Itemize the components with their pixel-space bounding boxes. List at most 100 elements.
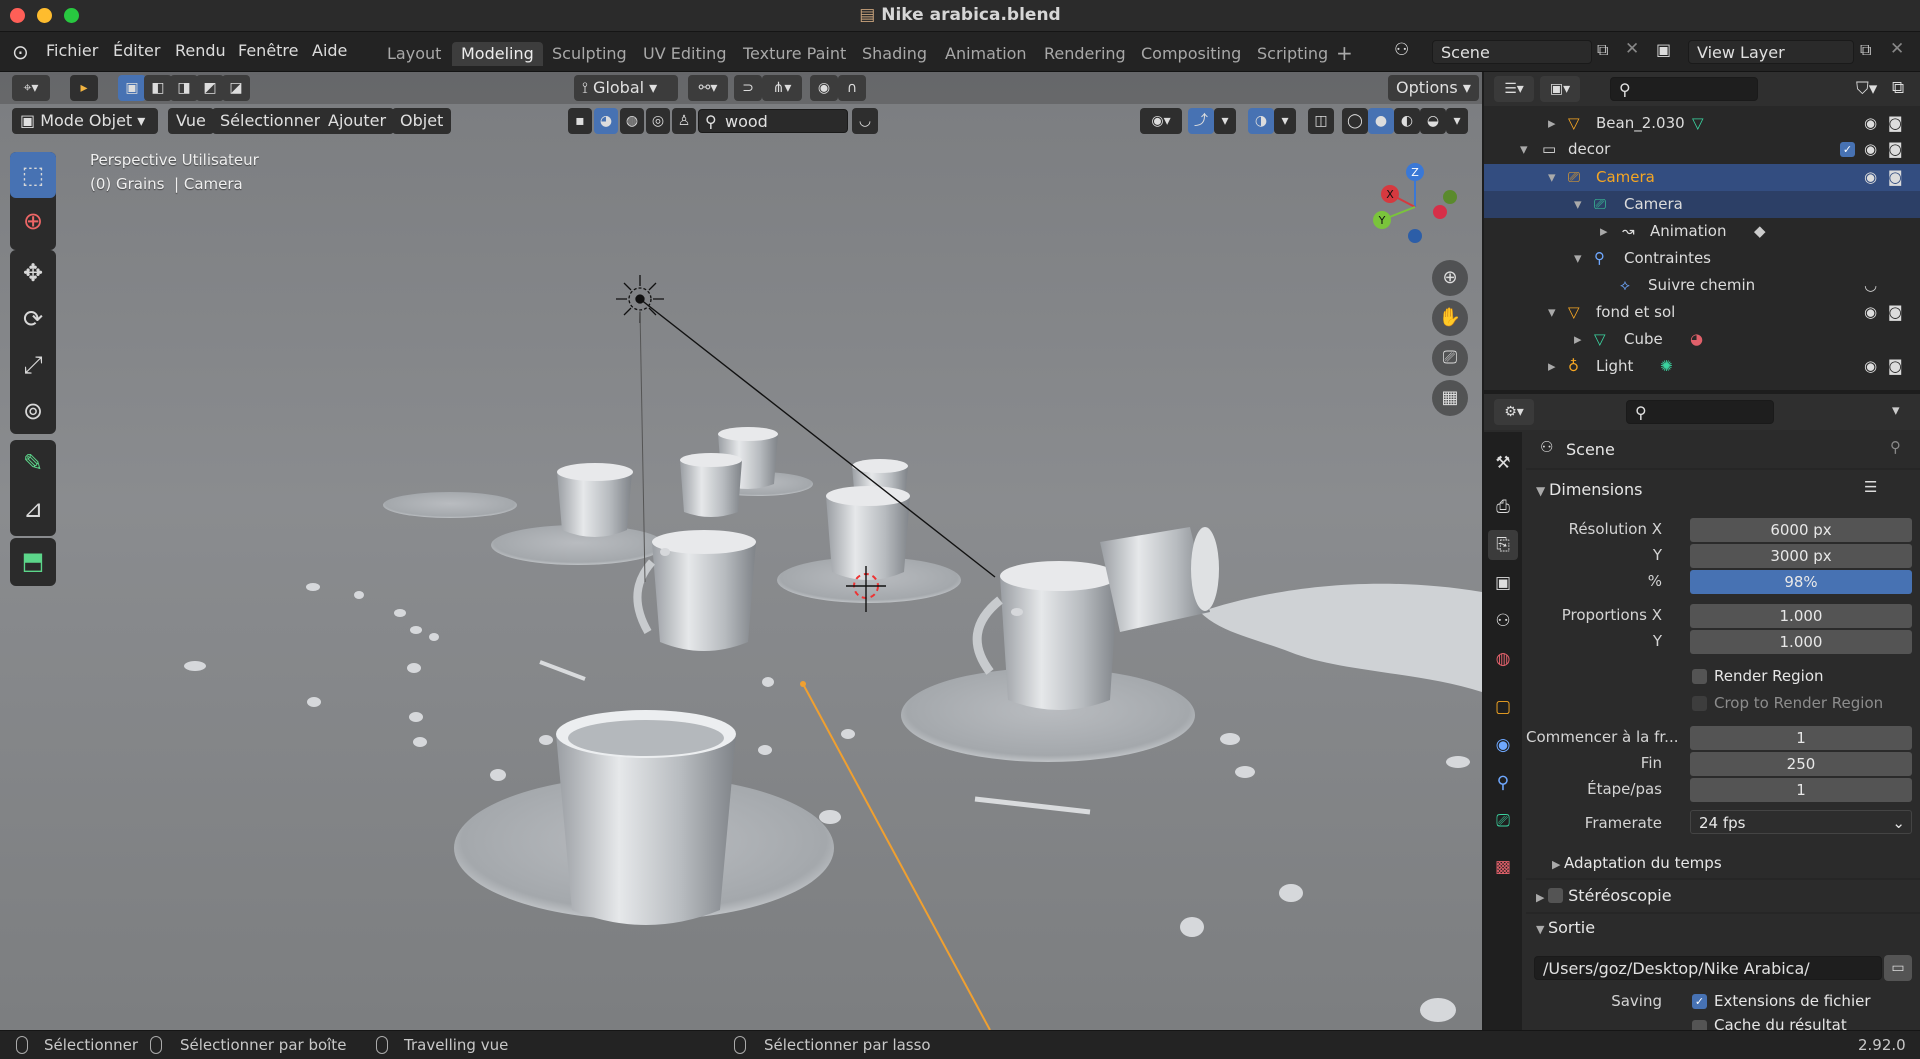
add-workspace-icon[interactable]: + — [1336, 41, 1353, 65]
folder-icon[interactable]: ▭ — [1884, 955, 1912, 981]
pivot-icon[interactable]: ⚯▾ — [688, 75, 728, 101]
outliner-row-follow-path[interactable]: ⟡ Suivre chemin ◡ — [1484, 272, 1920, 299]
delete-scene-icon[interactable]: ✕ — [1625, 39, 1639, 59]
collapse-arrow-icon[interactable]: ▾ — [1548, 164, 1556, 191]
collection-exclude-checkbox[interactable]: ✓ — [1840, 142, 1855, 157]
physics-tab-icon[interactable]: ◉ — [1488, 730, 1518, 760]
scene-tab-icon[interactable]: ⚇ — [1488, 606, 1518, 636]
falloff-icon[interactable]: ∩ — [838, 75, 866, 101]
tab-layout[interactable]: Layout — [378, 42, 450, 66]
menu-object[interactable]: Objet — [392, 108, 452, 134]
tab-uv-editing[interactable]: UV Editing — [634, 42, 735, 66]
render-camera-icon[interactable]: ◙ — [1888, 164, 1903, 191]
menu-edit[interactable]: Éditer — [113, 41, 160, 60]
render-camera-icon[interactable]: ◙ — [1888, 110, 1903, 137]
snap-target-icon[interactable]: ⋔▾ — [762, 75, 802, 101]
object-tab-icon[interactable]: ▢ — [1488, 692, 1518, 722]
aspect-x-field[interactable]: 1.000 — [1690, 604, 1912, 628]
tab-shading[interactable]: Shading — [853, 42, 936, 66]
gizmo-dropdown-icon[interactable]: ▾ — [1214, 108, 1236, 134]
overlay-toggle-icon[interactable]: ◑ — [1248, 108, 1274, 134]
tab-compositing[interactable]: Compositing — [1132, 42, 1250, 66]
expand-arrow-icon[interactable]: ▸ — [1574, 326, 1582, 353]
gizmo-toggle-icon[interactable]: ⤴ — [1188, 108, 1214, 134]
outliner-row-cube[interactable]: ▸ ▽ Cube ◕ — [1484, 326, 1920, 353]
navigation-gizmo[interactable]: Z X Y — [1360, 152, 1480, 262]
frame-start-field[interactable]: 1 — [1690, 726, 1912, 750]
proportional-edit-icon[interactable]: ◉ — [810, 75, 838, 101]
display-mode-icon[interactable]: ▣▾ — [1540, 76, 1580, 102]
collapse-arrow-icon[interactable]: ▾ — [1548, 299, 1556, 326]
constraint-toggle-icon[interactable]: ◡ — [1864, 272, 1877, 299]
add-cube-tool-icon[interactable]: ⬒ — [10, 538, 56, 584]
overlay-dropdown-icon[interactable]: ▾ — [1274, 108, 1296, 134]
render-region-checkbox[interactable] — [1692, 669, 1707, 684]
expand-arrow-icon[interactable]: ▸ — [1548, 110, 1556, 137]
tab-texture-paint[interactable]: Texture Paint — [734, 42, 855, 66]
eye-icon[interactable]: ◉ — [1864, 164, 1877, 191]
search-options-icon[interactable]: ◡ — [852, 108, 878, 134]
select-new-icon[interactable]: ▣ — [118, 75, 146, 101]
output-panel-header[interactable]: ▼ Sortie — [1536, 918, 1595, 937]
render-camera-icon[interactable]: ◙ — [1888, 353, 1903, 380]
menu-file[interactable]: Fichier — [46, 41, 98, 60]
outliner-row-bean[interactable]: ▸ ▽ Bean_2.030 ▽ ◉ ◙ — [1484, 110, 1920, 137]
rendered-shading-icon[interactable]: ◒ — [1420, 108, 1446, 134]
annotate-tool-icon[interactable]: ✎ — [10, 440, 56, 486]
menu-view[interactable]: Vue — [168, 108, 214, 134]
filter-brush-icon[interactable]: ♙ — [672, 108, 696, 134]
move-tool-icon[interactable]: ✥ — [10, 250, 56, 296]
tab-scripting[interactable]: Scripting — [1248, 42, 1337, 66]
pan-hand-icon[interactable]: ✋ — [1432, 300, 1468, 336]
output-tab-icon[interactable]: ⎘ — [1488, 530, 1518, 560]
camera-data-tab-icon[interactable]: ⎚ — [1488, 806, 1518, 836]
new-view-layer-icon[interactable]: ⧉ — [1860, 40, 1871, 60]
tab-modeling[interactable]: Modeling — [452, 42, 543, 66]
time-remap-subpanel[interactable]: ▶ Adaptation du temps — [1552, 854, 1722, 872]
ortho-grid-icon[interactable]: ▦ — [1432, 380, 1468, 416]
wireframe-shading-icon[interactable]: ◯ — [1342, 108, 1368, 134]
delete-view-layer-icon[interactable]: ✕ — [1890, 39, 1904, 59]
solid-shading-icon[interactable]: ● — [1368, 108, 1394, 134]
view-layer-tab-icon[interactable]: ▣ — [1488, 568, 1518, 598]
outliner-row-light[interactable]: ▸ ♁ Light ✺ ◉ ◙ — [1484, 353, 1920, 380]
resolution-x-field[interactable]: 6000 px — [1690, 518, 1912, 542]
select-intersect-icon[interactable]: ◪ — [222, 75, 250, 101]
frame-end-field[interactable]: 250 — [1690, 752, 1912, 776]
menu-help[interactable]: Aide — [312, 41, 347, 60]
tool-tab-icon[interactable]: ⚒ — [1488, 448, 1518, 478]
properties-options-icon[interactable]: ▾ — [1892, 401, 1900, 419]
outliner-row-fond-et-sol[interactable]: ▾ ▽ fond et sol ◉ ◙ — [1484, 299, 1920, 326]
file-extensions-checkbox[interactable]: ✓ — [1692, 994, 1707, 1009]
stereoscopy-panel-header[interactable]: ▶ Stéréoscopie — [1536, 886, 1672, 905]
view-layer-icon[interactable]: ▣ — [1656, 40, 1671, 59]
visibility-dropdown-icon[interactable]: ◉▾ — [1140, 108, 1182, 134]
zoom-icon[interactable]: ⊕ — [1432, 260, 1468, 296]
render-camera-icon[interactable]: ◙ — [1888, 136, 1903, 163]
collapse-arrow-icon[interactable]: ▾ — [1574, 191, 1582, 218]
presets-icon[interactable]: ☰ — [1864, 478, 1877, 496]
collapse-arrow-icon[interactable]: ▾ — [1574, 245, 1582, 272]
tab-rendering[interactable]: Rendering — [1035, 42, 1135, 66]
stereoscopy-checkbox[interactable] — [1547, 888, 1563, 903]
filter-solid-icon[interactable]: ▪ — [568, 108, 592, 134]
expand-arrow-icon[interactable]: ▸ — [1548, 353, 1556, 380]
render-camera-icon[interactable]: ◙ — [1888, 299, 1903, 326]
shading-dropdown-icon[interactable]: ▾ — [1446, 108, 1468, 134]
eye-icon[interactable]: ◉ — [1864, 136, 1877, 163]
pin-icon[interactable]: ⚲ — [1890, 438, 1901, 456]
scene-name-field[interactable]: Scene — [1432, 40, 1592, 64]
select-invert-icon[interactable]: ◩ — [196, 75, 224, 101]
view-layer-field[interactable]: View Layer — [1688, 40, 1854, 64]
framerate-dropdown[interactable]: 24 fps ⌄ — [1690, 810, 1912, 834]
menu-add[interactable]: Ajouter — [320, 108, 395, 134]
orientation-dropdown[interactable]: ⟟ Global ▾ — [574, 75, 678, 101]
outliner-row-camera-data[interactable]: ▾ ⎚ Camera — [1484, 191, 1920, 218]
3d-viewport[interactable]: Perspective Utilisateur (0) Grains | Cam… — [0, 72, 1482, 1030]
menu-select[interactable]: Sélectionner — [212, 108, 329, 134]
scale-tool-icon[interactable]: ⤢ — [10, 342, 56, 388]
options-dropdown[interactable]: Options ▾ — [1388, 75, 1479, 101]
outliner-search-field[interactable]: ⚲ — [1610, 77, 1758, 101]
filter-world-icon[interactable]: ◎ — [646, 108, 670, 134]
transform-tool-icon[interactable]: ⊚ — [10, 388, 56, 434]
